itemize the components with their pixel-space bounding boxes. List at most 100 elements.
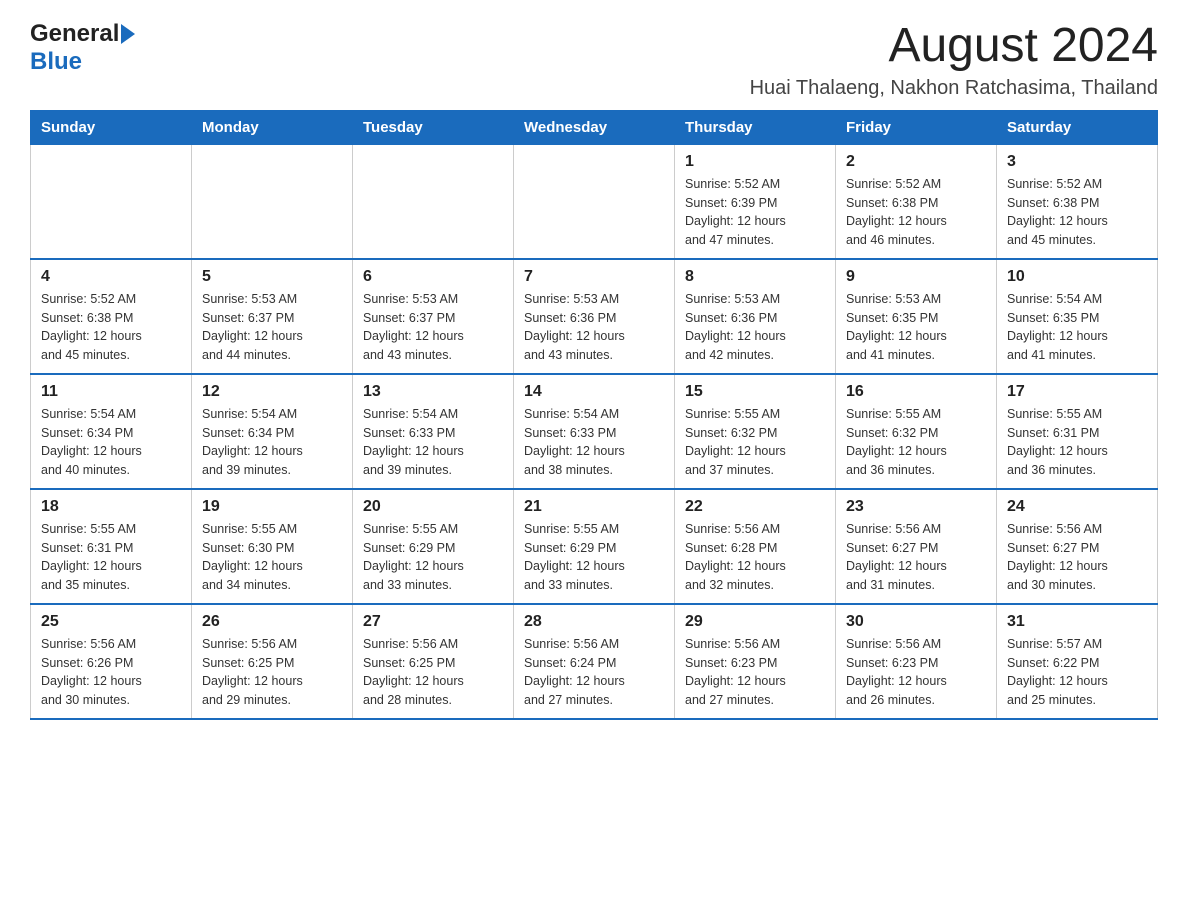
day-number: 11: [41, 383, 181, 401]
day-sun-info: Sunrise: 5:54 AM Sunset: 6:34 PM Dayligh…: [41, 405, 181, 480]
day-sun-info: Sunrise: 5:55 AM Sunset: 6:29 PM Dayligh…: [524, 520, 664, 595]
day-number: 13: [363, 383, 503, 401]
day-number: 5: [202, 268, 342, 286]
day-number: 22: [685, 498, 825, 516]
day-number: 4: [41, 268, 181, 286]
month-year-title: August 2024: [750, 20, 1158, 73]
calendar-cell: 20 Sunrise: 5:55 AM Sunset: 6:29 PM Dayli…: [353, 489, 514, 604]
day-sun-info: Sunrise: 5:55 AM Sunset: 6:29 PM Dayligh…: [363, 520, 503, 595]
day-sun-info: Sunrise: 5:55 AM Sunset: 6:31 PM Dayligh…: [1007, 405, 1147, 480]
day-number: 24: [1007, 498, 1147, 516]
day-sun-info: Sunrise: 5:54 AM Sunset: 6:35 PM Dayligh…: [1007, 290, 1147, 365]
day-number: 1: [685, 153, 825, 171]
calendar-cell: [31, 144, 192, 259]
weekday-header-monday: Monday: [192, 110, 353, 144]
weekday-header-sunday: Sunday: [31, 110, 192, 144]
weekday-header-row: SundayMondayTuesdayWednesdayThursdayFrid…: [31, 110, 1158, 144]
day-number: 6: [363, 268, 503, 286]
calendar-cell: 24 Sunrise: 5:56 AM Sunset: 6:27 PM Dayli…: [997, 489, 1158, 604]
calendar-cell: 17 Sunrise: 5:55 AM Sunset: 6:31 PM Dayli…: [997, 374, 1158, 489]
calendar-cell: 30Sunrise: 5:56 AM Sunset: 6:23 PM Dayli…: [836, 604, 997, 719]
day-number: 21: [524, 498, 664, 516]
calendar-week-row: 1 Sunrise: 5:52 AM Sunset: 6:39 PM Daylig…: [31, 144, 1158, 259]
day-number: 9: [846, 268, 986, 286]
calendar-week-row: 11 Sunrise: 5:54 AM Sunset: 6:34 PM Dayli…: [31, 374, 1158, 489]
day-number: 27: [363, 613, 503, 631]
day-sun-info: Sunrise: 5:55 AM Sunset: 6:32 PM Dayligh…: [685, 405, 825, 480]
day-sun-info: Sunrise: 5:54 AM Sunset: 6:33 PM Dayligh…: [524, 405, 664, 480]
calendar-cell: 6 Sunrise: 5:53 AM Sunset: 6:37 PM Daylig…: [353, 259, 514, 374]
day-number: 18: [41, 498, 181, 516]
calendar-cell: 8Sunrise: 5:53 AM Sunset: 6:36 PM Daylig…: [675, 259, 836, 374]
day-sun-info: Sunrise: 5:52 AM Sunset: 6:38 PM Dayligh…: [846, 175, 986, 250]
calendar-cell: 22 Sunrise: 5:56 AM Sunset: 6:28 PM Dayli…: [675, 489, 836, 604]
day-sun-info: Sunrise: 5:56 AM Sunset: 6:24 PM Dayligh…: [524, 635, 664, 710]
day-sun-info: Sunrise: 5:56 AM Sunset: 6:25 PM Dayligh…: [363, 635, 503, 710]
calendar-cell: 2 Sunrise: 5:52 AM Sunset: 6:38 PM Daylig…: [836, 144, 997, 259]
calendar-cell: 3 Sunrise: 5:52 AM Sunset: 6:38 PM Daylig…: [997, 144, 1158, 259]
day-sun-info: Sunrise: 5:56 AM Sunset: 6:28 PM Dayligh…: [685, 520, 825, 595]
logo-general-text: General: [30, 20, 119, 48]
calendar-cell: 25Sunrise: 5:56 AM Sunset: 6:26 PM Dayli…: [31, 604, 192, 719]
day-number: 2: [846, 153, 986, 171]
day-number: 7: [524, 268, 664, 286]
day-number: 31: [1007, 613, 1147, 631]
day-sun-info: Sunrise: 5:52 AM Sunset: 6:39 PM Dayligh…: [685, 175, 825, 250]
day-number: 20: [363, 498, 503, 516]
calendar-cell: 18 Sunrise: 5:55 AM Sunset: 6:31 PM Dayli…: [31, 489, 192, 604]
day-number: 15: [685, 383, 825, 401]
day-number: 10: [1007, 268, 1147, 286]
calendar-cell: [192, 144, 353, 259]
calendar-cell: 27 Sunrise: 5:56 AM Sunset: 6:25 PM Dayli…: [353, 604, 514, 719]
calendar-cell: 10 Sunrise: 5:54 AM Sunset: 6:35 PM Dayli…: [997, 259, 1158, 374]
calendar-cell: 26 Sunrise: 5:56 AM Sunset: 6:25 PM Dayli…: [192, 604, 353, 719]
location-subtitle: Huai Thalaeng, Nakhon Ratchasima, Thaila…: [750, 77, 1158, 100]
weekday-header-thursday: Thursday: [675, 110, 836, 144]
day-number: 25: [41, 613, 181, 631]
day-sun-info: Sunrise: 5:53 AM Sunset: 6:36 PM Dayligh…: [685, 290, 825, 365]
day-sun-info: Sunrise: 5:53 AM Sunset: 6:36 PM Dayligh…: [524, 290, 664, 365]
day-number: 17: [1007, 383, 1147, 401]
calendar-cell: 21 Sunrise: 5:55 AM Sunset: 6:29 PM Dayli…: [514, 489, 675, 604]
day-sun-info: Sunrise: 5:53 AM Sunset: 6:35 PM Dayligh…: [846, 290, 986, 365]
weekday-header-wednesday: Wednesday: [514, 110, 675, 144]
day-number: 26: [202, 613, 342, 631]
day-sun-info: Sunrise: 5:57 AM Sunset: 6:22 PM Dayligh…: [1007, 635, 1147, 710]
calendar-cell: 9 Sunrise: 5:53 AM Sunset: 6:35 PM Daylig…: [836, 259, 997, 374]
day-number: 29: [685, 613, 825, 631]
day-number: 14: [524, 383, 664, 401]
day-sun-info: Sunrise: 5:55 AM Sunset: 6:31 PM Dayligh…: [41, 520, 181, 595]
day-number: 23: [846, 498, 986, 516]
calendar-cell: 28 Sunrise: 5:56 AM Sunset: 6:24 PM Dayli…: [514, 604, 675, 719]
day-sun-info: Sunrise: 5:54 AM Sunset: 6:33 PM Dayligh…: [363, 405, 503, 480]
day-sun-info: Sunrise: 5:52 AM Sunset: 6:38 PM Dayligh…: [1007, 175, 1147, 250]
calendar-table: SundayMondayTuesdayWednesdayThursdayFrid…: [30, 110, 1158, 720]
calendar-cell: 13 Sunrise: 5:54 AM Sunset: 6:33 PM Dayli…: [353, 374, 514, 489]
day-number: 19: [202, 498, 342, 516]
calendar-cell: 1 Sunrise: 5:52 AM Sunset: 6:39 PM Daylig…: [675, 144, 836, 259]
day-number: 30: [846, 613, 986, 631]
calendar-cell: 5 Sunrise: 5:53 AM Sunset: 6:37 PM Daylig…: [192, 259, 353, 374]
calendar-week-row: 18 Sunrise: 5:55 AM Sunset: 6:31 PM Dayli…: [31, 489, 1158, 604]
day-sun-info: Sunrise: 5:56 AM Sunset: 6:25 PM Dayligh…: [202, 635, 342, 710]
day-number: 16: [846, 383, 986, 401]
weekday-header-tuesday: Tuesday: [353, 110, 514, 144]
day-number: 12: [202, 383, 342, 401]
calendar-cell: 11 Sunrise: 5:54 AM Sunset: 6:34 PM Dayli…: [31, 374, 192, 489]
calendar-cell: 12Sunrise: 5:54 AM Sunset: 6:34 PM Dayli…: [192, 374, 353, 489]
weekday-header-friday: Friday: [836, 110, 997, 144]
calendar-cell: 29Sunrise: 5:56 AM Sunset: 6:23 PM Dayli…: [675, 604, 836, 719]
day-sun-info: Sunrise: 5:53 AM Sunset: 6:37 PM Dayligh…: [363, 290, 503, 365]
day-sun-info: Sunrise: 5:56 AM Sunset: 6:27 PM Dayligh…: [1007, 520, 1147, 595]
day-sun-info: Sunrise: 5:55 AM Sunset: 6:32 PM Dayligh…: [846, 405, 986, 480]
day-sun-info: Sunrise: 5:53 AM Sunset: 6:37 PM Dayligh…: [202, 290, 342, 365]
calendar-cell: [514, 144, 675, 259]
calendar-cell: 16 Sunrise: 5:55 AM Sunset: 6:32 PM Dayli…: [836, 374, 997, 489]
logo-triangle-icon: [121, 24, 135, 44]
day-sun-info: Sunrise: 5:56 AM Sunset: 6:27 PM Dayligh…: [846, 520, 986, 595]
calendar-cell: 31 Sunrise: 5:57 AM Sunset: 6:22 PM Dayli…: [997, 604, 1158, 719]
page-header: General Blue August 2024 Huai Thalaeng, …: [30, 20, 1158, 100]
day-number: 3: [1007, 153, 1147, 171]
logo: General Blue: [30, 20, 135, 76]
day-number: 28: [524, 613, 664, 631]
